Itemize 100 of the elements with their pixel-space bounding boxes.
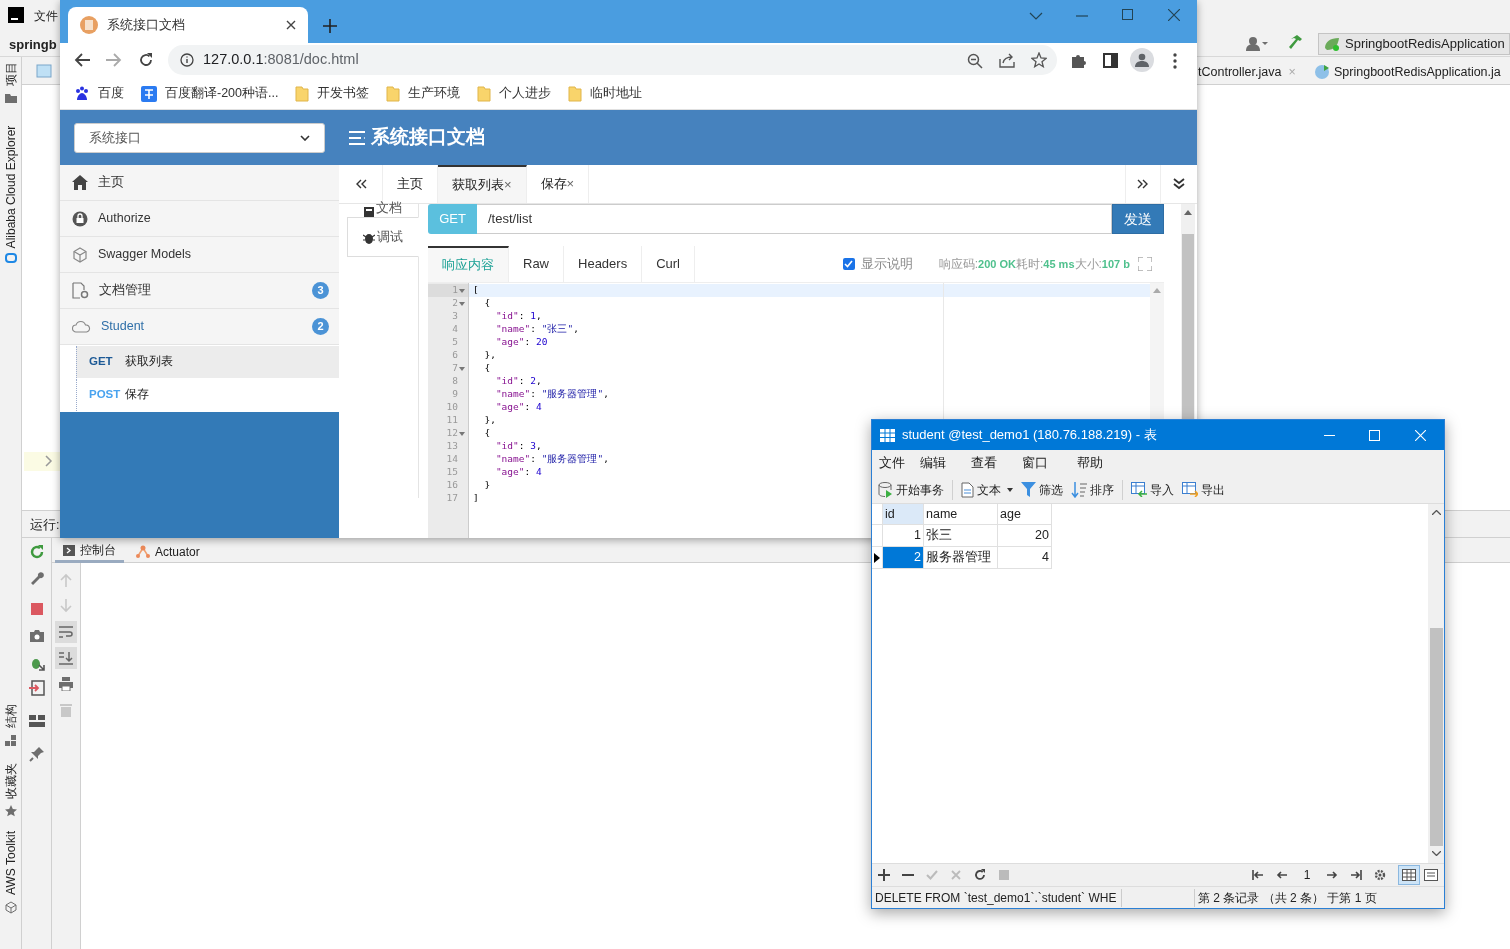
sidebar-item[interactable]: 主页 xyxy=(60,165,339,201)
bookmark[interactable]: 百度翻译-200种语... xyxy=(141,84,279,103)
run-config-button[interactable]: SpringbootRedisApplication xyxy=(1318,33,1510,55)
zoom-out-icon[interactable] xyxy=(967,53,983,69)
previous-page-icon[interactable] xyxy=(1276,869,1288,881)
scroll-up-icon[interactable] xyxy=(1431,510,1441,515)
bookmark[interactable]: 生产环境 xyxy=(386,84,461,103)
url-field[interactable]: /test/list xyxy=(477,204,1112,234)
chevron-down-icon[interactable] xyxy=(1029,12,1043,20)
share-icon[interactable] xyxy=(999,52,1015,68)
tool-window-tab[interactable]: 项目 xyxy=(3,60,19,88)
tool-window-tab[interactable]: AWS Toolkit xyxy=(3,830,19,896)
scroll-up-icon[interactable] xyxy=(1184,210,1192,215)
fold-arrow-icon[interactable] xyxy=(459,366,465,371)
sidebar-item[interactable]: Student 2 xyxy=(60,309,339,345)
layout-icon[interactable] xyxy=(29,715,45,727)
menu-item[interactable]: 文件 xyxy=(34,7,58,25)
endpoint-item[interactable]: GET 获取列表 xyxy=(76,346,339,378)
column-header[interactable]: id xyxy=(883,504,924,525)
grid-view-button[interactable] xyxy=(1398,865,1420,885)
table-cell[interactable]: 2 xyxy=(883,547,924,569)
table-cell[interactable]: 1 xyxy=(883,525,924,547)
checkbox[interactable] xyxy=(842,258,855,270)
scroll-down-icon[interactable] xyxy=(1431,851,1441,856)
menu-item[interactable]: 帮助 xyxy=(1077,453,1127,473)
tool-window-tab[interactable]: Alibaba Cloud Explorer xyxy=(3,126,19,248)
side-panel-icon[interactable] xyxy=(1103,53,1118,68)
wrench-icon[interactable] xyxy=(29,569,45,585)
table-cell[interactable]: 服务器管理 xyxy=(924,547,998,569)
menu-item[interactable]: 窗口 xyxy=(1022,453,1077,473)
toolbar-button[interactable]: 文本 xyxy=(961,480,1013,499)
scroll-end-button[interactable] xyxy=(55,647,77,669)
new-tab-icon[interactable] xyxy=(323,19,337,33)
column-header[interactable]: name xyxy=(924,504,998,525)
editor-tab[interactable]: SpringbootRedisApplication.ja xyxy=(1314,62,1501,82)
toolbar-button[interactable]: 排序 xyxy=(1071,480,1114,499)
chevron-right-icon[interactable] xyxy=(45,455,53,467)
form-view-icon[interactable] xyxy=(1424,869,1438,881)
fold-arrow-icon[interactable] xyxy=(459,288,465,293)
menu-item[interactable]: 编辑 xyxy=(920,453,971,473)
close-icon[interactable] xyxy=(286,20,296,30)
first-page-icon[interactable] xyxy=(1252,869,1264,881)
line-number: 4 xyxy=(452,322,458,337)
bookmark[interactable]: 开发书签 xyxy=(295,84,370,103)
window-icon xyxy=(36,64,52,78)
fold-arrow-icon[interactable] xyxy=(459,301,465,306)
cube-icon xyxy=(72,246,88,263)
send-button[interactable]: 发送 xyxy=(1112,204,1164,234)
tool-window-tab[interactable]: 结构 xyxy=(3,702,19,730)
tool-window-tab[interactable]: 收藏夹 xyxy=(3,762,19,800)
column-header[interactable]: age xyxy=(998,504,1052,525)
camera-icon[interactable] xyxy=(29,629,45,643)
puzzle-icon[interactable] xyxy=(1071,52,1087,68)
soft-wrap-button[interactable] xyxy=(55,621,77,643)
settings-icon[interactable] xyxy=(1374,869,1386,881)
bookmark[interactable]: 个人进步 xyxy=(477,84,552,103)
toolbar-button[interactable]: 导入 xyxy=(1131,480,1174,499)
rerun-icon[interactable] xyxy=(29,544,45,560)
bookmark[interactable]: 临时地址 xyxy=(568,84,643,103)
page-field[interactable]: 1 xyxy=(1300,866,1314,884)
sidebar-item[interactable]: 文档管理 3 xyxy=(60,273,339,309)
tab[interactable]: 获取列表× xyxy=(438,165,527,203)
next-page-icon[interactable] xyxy=(1326,869,1338,881)
last-page-icon[interactable] xyxy=(1350,869,1362,881)
menu-item[interactable]: 查看 xyxy=(971,453,1022,473)
pin-icon[interactable] xyxy=(29,746,45,762)
profile-button[interactable] xyxy=(1130,48,1154,72)
toolbar-button[interactable]: 导出 xyxy=(1182,480,1225,499)
reload-icon[interactable] xyxy=(138,52,154,68)
line-number: 10 xyxy=(446,400,458,415)
home-icon xyxy=(72,175,88,190)
toolbar-button[interactable]: 开始事务 xyxy=(878,480,944,499)
more-icon[interactable] xyxy=(1173,53,1177,69)
user-icon[interactable] xyxy=(1246,36,1268,52)
sidebar-item[interactable]: Authorize xyxy=(60,201,339,237)
toolbar-button[interactable]: 筛选 xyxy=(1021,480,1063,499)
editor-tab[interactable]: tController.java × xyxy=(1198,62,1296,82)
menu-item[interactable]: 文件 xyxy=(872,453,920,473)
table-cell[interactable]: 20 xyxy=(998,525,1052,547)
fold-arrow-icon[interactable] xyxy=(459,431,465,436)
table-cell[interactable]: 张三 xyxy=(924,525,998,547)
bookmark[interactable]: 百度 xyxy=(74,84,124,103)
maximize-icon[interactable] xyxy=(1122,9,1133,20)
star-icon[interactable] xyxy=(1031,52,1047,68)
table-cell[interactable]: 4 xyxy=(998,547,1052,569)
side-tab[interactable]: 调试 xyxy=(347,217,419,257)
back-icon[interactable] xyxy=(74,53,90,67)
add-icon[interactable] xyxy=(878,869,890,881)
address-bar[interactable]: 127.0.0.1:8081/doc.html xyxy=(168,45,1057,75)
group-select[interactable]: 系统接口 xyxy=(74,122,325,153)
print-icon[interactable] xyxy=(59,677,73,691)
sidebar-item[interactable]: Swagger Models xyxy=(60,237,339,273)
menu-icon[interactable] xyxy=(349,130,365,145)
refresh-icon[interactable] xyxy=(974,869,986,881)
scrollbar-thumb[interactable] xyxy=(1429,628,1443,846)
run-tab[interactable]: Actuator xyxy=(128,540,208,563)
check-icon[interactable] xyxy=(926,869,938,881)
forward-icon[interactable] xyxy=(106,53,122,67)
exit-icon[interactable] xyxy=(29,680,45,696)
browser-tab[interactable]: 系统接口文档 xyxy=(68,7,308,43)
